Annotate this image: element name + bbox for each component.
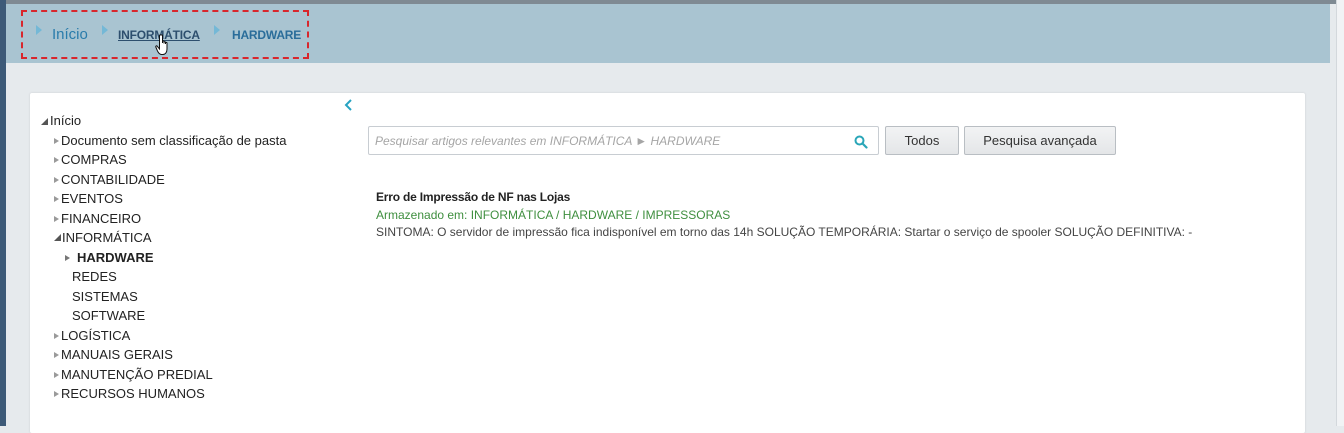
triangle-right-icon[interactable] <box>65 255 70 261</box>
result-location: Armazenado em: INFORMÁTICA / HARDWARE / … <box>376 208 731 222</box>
content-panel: Início Documento sem classificação de pa… <box>30 93 1305 433</box>
tree-item-label: FINANCEIRO <box>61 211 142 226</box>
chevron-right-icon <box>36 25 42 35</box>
tree-item-label: CONTABILIDADE <box>61 172 165 187</box>
triangle-right-icon[interactable] <box>54 138 59 144</box>
breadcrumb-home-link[interactable]: Início <box>52 26 88 43</box>
triangle-right-icon[interactable] <box>54 216 59 222</box>
advanced-search-button[interactable]: Pesquisa avançada <box>964 126 1116 155</box>
tree-item-label: HARDWARE <box>77 250 154 265</box>
tree-item-label: MANUAIS GERAIS <box>61 347 173 362</box>
search-input[interactable] <box>375 133 845 149</box>
result-title-link[interactable]: Erro de Impressão de NF nas Lojas <box>376 190 570 204</box>
triangle-down-icon[interactable] <box>54 234 61 241</box>
chevron-left-icon[interactable] <box>342 98 354 112</box>
todos-button[interactable]: Todos <box>885 126 959 155</box>
chevron-right-icon <box>214 25 220 35</box>
search-box <box>368 126 879 155</box>
triangle-right-icon[interactable] <box>54 177 59 183</box>
search-icon[interactable] <box>854 135 868 149</box>
tree-item-label: EVENTOS <box>61 191 123 206</box>
triangle-right-icon[interactable] <box>54 352 59 358</box>
left-edge-strip <box>0 0 6 426</box>
tree-item-label: SISTEMAS <box>72 289 138 304</box>
breadcrumb-hardware-link[interactable]: HARDWARE <box>232 28 301 42</box>
triangle-right-icon[interactable] <box>54 333 59 339</box>
tree-item-label: COMPRAS <box>61 152 127 167</box>
triangle-right-icon[interactable] <box>54 196 59 202</box>
chevron-right-icon <box>102 25 108 35</box>
triangle-right-icon[interactable] <box>54 391 59 397</box>
tree-item-label: RECURSOS HUMANOS <box>61 386 205 401</box>
tree-item-label: Documento sem classificação de pasta <box>61 133 287 148</box>
triangle-down-icon[interactable] <box>41 118 48 125</box>
tree-item-label: MANUTENÇÃO PREDIAL <box>61 367 213 382</box>
tree-item-label: INFORMÁTICA <box>62 230 152 245</box>
triangle-right-icon[interactable] <box>54 157 59 163</box>
tree-item-label: Início <box>50 113 82 128</box>
hand-cursor-icon <box>155 34 168 55</box>
result-snippet: SINTOMA: O servidor de impressão fica in… <box>376 225 1193 239</box>
vertical-scrollbar[interactable] <box>1336 0 1344 426</box>
breadcrumb: Início INFORMÁTICA HARDWARE <box>6 4 1330 63</box>
triangle-right-icon[interactable] <box>54 372 59 378</box>
tree-item-label: REDES <box>72 269 117 284</box>
tree-item-label: SOFTWARE <box>72 308 146 323</box>
tree-item-label: LOGÍSTICA <box>61 328 131 343</box>
